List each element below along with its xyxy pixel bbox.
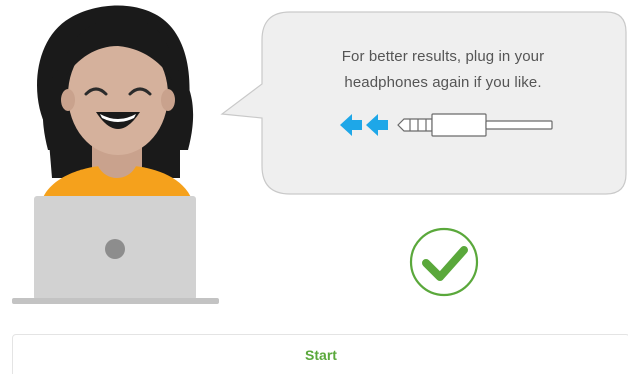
check-circle-icon (409, 227, 479, 297)
start-button-label: Start (305, 347, 337, 363)
laptop-icon (12, 196, 219, 304)
prompt-line-1: For better results, plug in your (341, 48, 545, 65)
headphone-setup-screen: For better results, plug in your headpho… (0, 0, 628, 374)
start-button[interactable]: Start (12, 334, 628, 374)
speech-bubble (220, 11, 627, 195)
headphone-prompt: For better results, plug in your headpho… (268, 44, 618, 96)
prompt-line-2: headphones again if you like. (344, 74, 542, 91)
